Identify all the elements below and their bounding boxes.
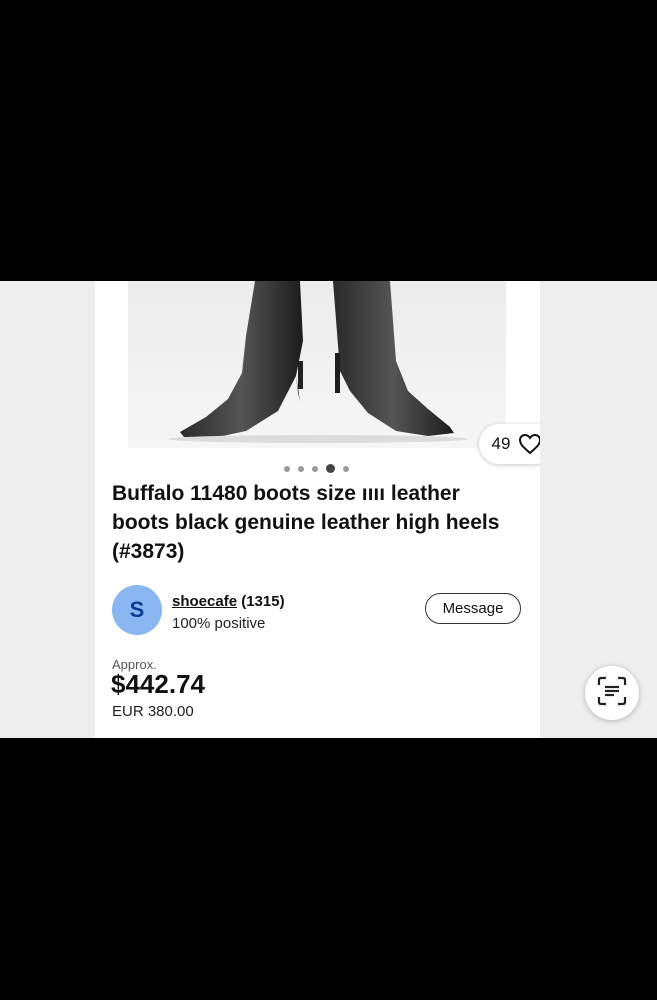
visual-search-icon [597, 676, 627, 711]
boots-photo [128, 281, 506, 448]
seller-feedback-count: (1315) [241, 593, 285, 610]
visual-search-button[interactable] [585, 666, 639, 720]
carousel-indicator[interactable] [284, 464, 349, 473]
original-price: EUR 380.00 [112, 703, 194, 720]
like-count: 49 [491, 434, 511, 453]
like-button[interactable]: 49 [479, 424, 540, 464]
avatar[interactable]: S [112, 585, 162, 635]
carousel-dot[interactable] [298, 465, 304, 472]
listing-title: Buffalo 11480 boots size ıııı leather bo… [112, 482, 500, 563]
seller-info: S shoecafe (1315) 100% positive Message [112, 585, 522, 635]
product-image[interactable]: 49 [128, 281, 540, 464]
message-button[interactable]: Message [425, 593, 521, 624]
carousel-dot[interactable] [284, 465, 290, 472]
seller-link[interactable]: shoecafe [172, 593, 237, 610]
carousel-dot[interactable] [343, 465, 349, 472]
price: $442.74 [111, 669, 205, 699]
carousel-dot[interactable] [312, 465, 318, 472]
heart-icon [518, 433, 540, 455]
carousel-dot[interactable] [326, 464, 335, 473]
seller-positive-rating: 100% positive [172, 615, 266, 632]
listing-card: 49 Buffalo 11480 boots size ıııı leather… [95, 281, 540, 738]
seller-name-line: shoecafe (1315) [172, 593, 285, 610]
